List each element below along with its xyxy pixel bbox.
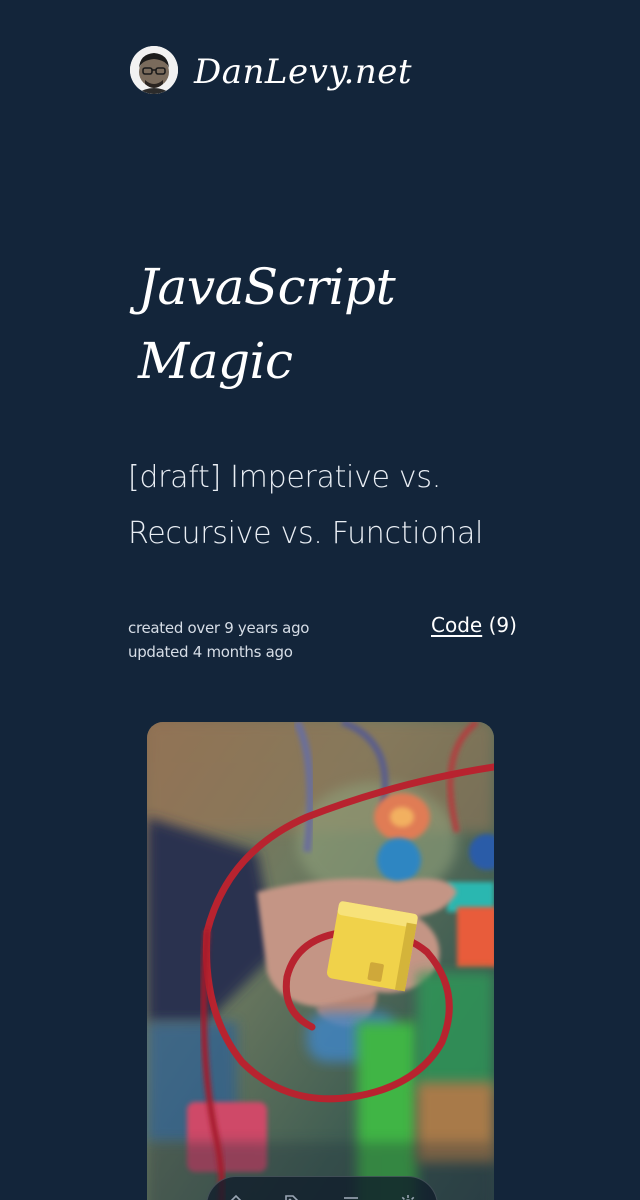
page: DanLevy.net JavaScript Magic [draft] Imp… [0, 0, 640, 1200]
site-home-link[interactable]: DanLevy.net [130, 46, 412, 94]
hero-photo [147, 722, 494, 1200]
post-dates: created over 9 years ago updated 4 month… [128, 616, 309, 664]
post-title-line1: [draft] Imperative vs. [128, 460, 441, 495]
floating-toolbar [206, 1176, 438, 1200]
post-title-line2: Recursive vs. Functional [128, 516, 484, 551]
home-icon[interactable] [222, 1189, 250, 1200]
post-title: [draft] Imperative vs. Recursive vs. Fun… [128, 450, 548, 562]
category-heading-line1: JavaScript [138, 258, 396, 316]
created-date: created over 9 years ago [128, 619, 310, 637]
avatar-photo [130, 46, 178, 94]
post-category: Code (9) [431, 611, 517, 639]
category-count: (9) [488, 613, 517, 637]
category-heading: JavaScript Magic [138, 250, 438, 398]
category-heading-line2: Magic [138, 332, 293, 390]
tag-icon[interactable] [279, 1189, 307, 1200]
avatar [130, 46, 178, 94]
settings-icon[interactable] [394, 1189, 422, 1200]
menu-icon[interactable] [337, 1189, 365, 1200]
updated-date: updated 4 months ago [128, 643, 293, 661]
site-name: DanLevy.net [194, 52, 413, 92]
category-link-code[interactable]: Code [431, 613, 482, 637]
hero-image [147, 722, 494, 1200]
